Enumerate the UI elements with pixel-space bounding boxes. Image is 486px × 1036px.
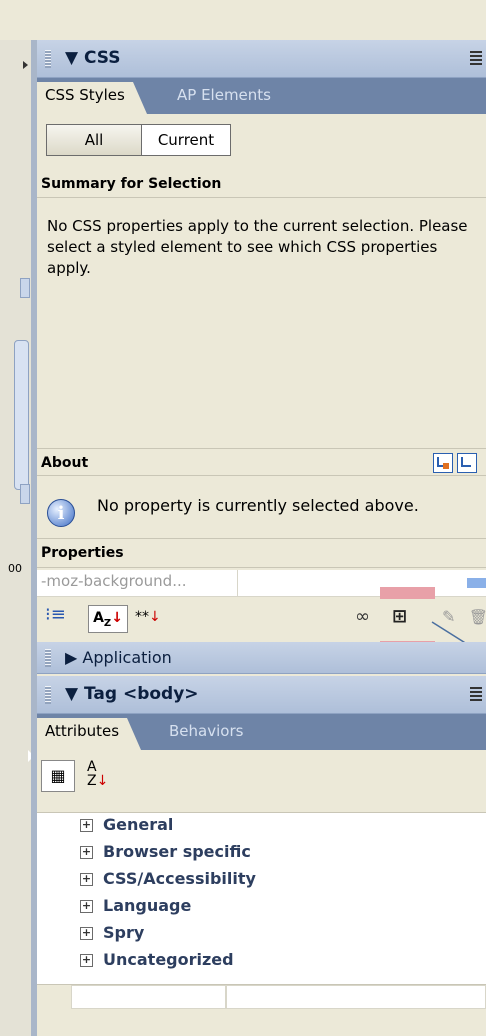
show-alpha-view-icon[interactable]: AZ↓ (88, 605, 128, 633)
application-panel-header[interactable]: ▶ Application (37, 642, 486, 674)
properties-title: Properties (37, 538, 486, 568)
left-truncated-label: 00 (8, 562, 22, 575)
new-css-rule-icon[interactable]: ⊞ (392, 605, 418, 631)
tab-ap-elements[interactable]: AP Elements (177, 86, 271, 104)
about-panel: i No property is currently selected abov… (37, 476, 486, 538)
sort-az-icon[interactable]: A Z↓ (87, 760, 121, 792)
category-label: Uncategorized (103, 950, 234, 969)
all-button[interactable]: All (46, 124, 142, 156)
left-scroll-indicator[interactable] (20, 278, 30, 298)
expand-icon[interactable]: + (80, 846, 93, 859)
attribute-list: + General + Browser specific + CSS/Accessib… (37, 812, 486, 984)
category-general[interactable]: + General (74, 815, 486, 841)
category-view-icon[interactable]: ▦ (41, 760, 75, 792)
css-panel-title[interactable]: ▼ CSS (65, 48, 121, 68)
column-divider (237, 570, 238, 597)
category-browser-specific[interactable]: + Browser specific (74, 842, 486, 868)
tag-panel-title[interactable]: ▼ Tag <body> (65, 684, 199, 704)
category-label: Browser specific (103, 842, 251, 861)
category-label: CSS/Accessibility (103, 869, 256, 888)
grip-icon[interactable] (45, 50, 51, 68)
panel-options-icon[interactable] (470, 687, 482, 701)
left-scroll-indicator-2[interactable] (20, 484, 30, 504)
about-text: No property is currently selected above. (97, 496, 419, 515)
property-scroll-icon[interactable] (467, 578, 486, 588)
show-category-view-icon[interactable]: ⁝≡ (45, 605, 71, 631)
css-tabs: CSS Styles AP Elements (37, 78, 486, 122)
tag-tabs: Attributes Behaviors (37, 714, 486, 758)
current-button[interactable]: Current (141, 124, 231, 156)
category-label: Language (103, 896, 192, 915)
show-info-icon[interactable] (457, 453, 477, 473)
left-scroll-thumb[interactable] (14, 340, 29, 490)
attribute-value-area (37, 984, 486, 1036)
attribute-name-cell[interactable] (71, 985, 226, 1009)
expand-icon[interactable]: + (80, 954, 93, 967)
category-label: Spry (103, 923, 145, 942)
grip-icon[interactable] (45, 686, 51, 704)
property-name: -moz-background... (41, 572, 187, 590)
summary-title: Summary for Selection (37, 176, 486, 198)
css-toolbar: ⁝≡ AZ↓ **↓ ∞ ⊞ ✎ 🗑 (37, 599, 486, 641)
grip-icon[interactable] (45, 649, 51, 667)
expand-icon[interactable]: + (80, 900, 93, 913)
top-strip (0, 0, 486, 40)
application-panel-title[interactable]: ▶ Application (65, 648, 172, 667)
category-css-accessibility[interactable]: + CSS/Accessibility (74, 869, 486, 895)
attribute-value-cell[interactable] (226, 985, 486, 1009)
mode-row: All Current (37, 114, 486, 176)
tab-behaviors[interactable]: Behaviors (169, 722, 243, 740)
attach-style-sheet-icon[interactable]: ∞ (355, 605, 383, 631)
expand-icon[interactable]: + (80, 873, 93, 886)
category-spry[interactable]: + Spry (74, 923, 486, 949)
info-icon: i (47, 499, 75, 527)
about-title: About (37, 448, 486, 476)
expand-icon[interactable]: + (80, 819, 93, 832)
panel-options-icon[interactable] (470, 51, 482, 65)
tag-toolbar: ▦ A Z↓ (37, 750, 486, 812)
left-arrow-top[interactable] (20, 60, 29, 70)
category-label: General (103, 815, 174, 834)
css-panel-header[interactable]: ▼ CSS (37, 40, 486, 78)
about-label: About (41, 455, 89, 471)
expand-icon[interactable]: + (80, 927, 93, 940)
show-cascade-icon[interactable] (433, 453, 453, 473)
summary-text: No CSS properties apply to the current s… (37, 200, 486, 446)
document-window-edge: 00 (0, 40, 34, 1036)
show-set-properties-icon[interactable]: **↓ (135, 605, 185, 631)
category-language[interactable]: + Language (74, 896, 486, 922)
category-uncategorized[interactable]: + Uncategorized (74, 950, 486, 976)
tag-panel-header[interactable]: ▼ Tag <body> (37, 676, 486, 714)
